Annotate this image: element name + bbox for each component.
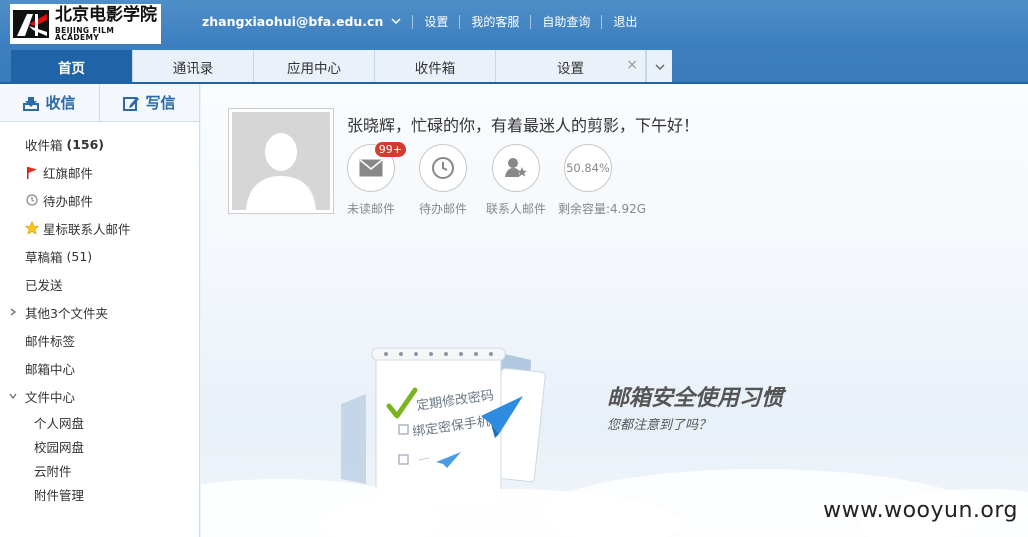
folder-starred-contacts[interactable]: 星标联系人邮件 [0, 214, 199, 242]
folder-label: 待办邮件 [43, 193, 94, 209]
logo-text-en: BEIJING FILM ACADEMY [55, 25, 115, 42]
tab-settings-label: 设置 [557, 60, 584, 77]
school-logo[interactable]: 北京电影学院 BEIJING FILM ACADEMY [10, 4, 161, 44]
folder-label: 收件箱 [25, 137, 63, 153]
stat-label: 未读邮件 [346, 202, 395, 216]
watermark-text: www.wooyun.org [823, 498, 1018, 523]
default-avatar-icon [232, 112, 330, 210]
envelope-icon [359, 159, 383, 177]
stat-label: 待办邮件 [418, 202, 467, 216]
draft-count: (51) [66, 248, 93, 264]
edit-icon [123, 96, 140, 111]
self-service-query-link[interactable]: 自助查询 [542, 13, 590, 30]
divider [530, 14, 532, 29]
divider [459, 14, 461, 29]
greeting-text: 张晓辉，忙碌的你，有着最迷人的剪影，下午好！ [347, 116, 700, 135]
sidebar: 收信 写信 收件箱 (156) 红旗邮件 待办邮件 星标联系人邮件 草稿箱 (5… [0, 84, 200, 537]
tab-bar: 首页 通讯录 应用中心 收件箱 设置 × [11, 50, 672, 83]
folder-list: 收件箱 (156) 红旗邮件 待办邮件 星标联系人邮件 草稿箱 (51) 已发送 [0, 122, 199, 506]
tab-contacts[interactable]: 通讯录 [133, 50, 254, 83]
tab-home[interactable]: 首页 [11, 50, 133, 83]
stat-remaining-capacity[interactable]: 50.84% 剩余容量:4.92G [558, 144, 647, 217]
chevron-down-icon[interactable] [9, 392, 17, 400]
file-center-attachment-manager[interactable]: 附件管理 [0, 482, 199, 506]
stat-label: 剩余容量:4.92G [558, 202, 647, 216]
stat-unread-mail[interactable]: 99+ 未读邮件 [341, 142, 406, 217]
divider [412, 14, 414, 29]
clock-icon [432, 157, 454, 179]
folder-red-flag[interactable]: 红旗邮件 [0, 158, 199, 186]
chevron-right-icon[interactable] [9, 308, 17, 316]
folder-sent[interactable]: 已发送 [0, 270, 199, 298]
receive-mail-label: 收信 [45, 94, 76, 112]
folder-inbox[interactable]: 收件箱 (156) [0, 130, 199, 158]
folder-file-center[interactable]: 文件中心 [0, 382, 199, 410]
file-center-personal-disk[interactable]: 个人网盘 [0, 410, 199, 434]
folder-mailbox-center[interactable]: 邮箱中心 [0, 354, 199, 382]
folder-label: 文件中心 [25, 389, 76, 405]
folder-label: 已发送 [25, 277, 63, 293]
chevron-down-icon [655, 64, 664, 70]
divider [601, 14, 603, 29]
folder-drafts[interactable]: 草稿箱 (51) [0, 242, 199, 270]
promo-title[interactable]: 邮箱安全使用习惯 [607, 380, 783, 412]
tab-more-button[interactable] [646, 50, 672, 83]
mail-action-bar: 收信 写信 [0, 84, 199, 122]
logo-mark-icon [13, 8, 51, 40]
stat-circle [419, 144, 467, 192]
clock-icon [25, 193, 39, 207]
stat-label: 联系人邮件 [486, 202, 547, 216]
folder-label: 红旗邮件 [43, 165, 94, 181]
stat-contact-mail[interactable]: 联系人邮件 [486, 144, 546, 217]
unread-count: (156) [66, 136, 105, 152]
stat-circle [492, 144, 540, 192]
compose-mail-button[interactable]: 写信 [99, 84, 199, 121]
home-panel: 张晓辉，忙碌的你，有着最迷人的剪影，下午好！ 99+ 未读邮件 待办邮件 联系人… [201, 84, 1028, 537]
stat-circle: 50.84% [564, 144, 612, 192]
folder-mail-tags[interactable]: 邮件标签 [0, 326, 199, 354]
header-bar: 北京电影学院 BEIJING FILM ACADEMY zhangxiaohui… [0, 0, 1028, 83]
folder-other-folders[interactable]: 其他3个文件夹 [0, 298, 199, 326]
stat-todo-mail[interactable]: 待办邮件 [413, 144, 473, 217]
chevron-down-icon[interactable] [391, 15, 401, 25]
tab-app-center[interactable]: 应用中心 [254, 50, 375, 83]
contact-star-icon [505, 158, 527, 177]
folder-label: 邮件标签 [25, 333, 76, 349]
settings-link[interactable]: 设置 [424, 13, 448, 30]
folder-label: 星标联系人邮件 [43, 221, 131, 237]
capacity-percent: 50.84% [566, 161, 610, 175]
tab-settings[interactable]: 设置 × [496, 50, 646, 83]
file-center-cloud-attachments[interactable]: 云附件 [0, 458, 199, 482]
red-flag-icon [25, 165, 39, 179]
compose-mail-label: 写信 [145, 94, 176, 112]
folder-todo[interactable]: 待办邮件 [0, 186, 199, 214]
star-icon [25, 221, 39, 235]
user-account-menu[interactable]: zhangxiaohui@bfa.edu.cn [202, 14, 383, 29]
stat-circle: 99+ [347, 142, 406, 192]
folder-label: 其他3个文件夹 [25, 305, 108, 321]
logout-link[interactable]: 退出 [613, 13, 637, 30]
avatar[interactable] [228, 108, 334, 214]
receive-mail-button[interactable]: 收信 [0, 84, 99, 121]
file-center-campus-disk[interactable]: 校园网盘 [0, 434, 199, 458]
folder-label: 草稿箱 [25, 249, 63, 265]
logo-text-cn: 北京电影学院 [55, 4, 157, 25]
unread-badge: 99+ [374, 142, 406, 157]
top-nav: zhangxiaohui@bfa.edu.cn 设置 我的客服 自助查询 退出 [202, 13, 637, 30]
download-icon [23, 96, 40, 111]
tab-inbox[interactable]: 收件箱 [375, 50, 496, 83]
close-icon[interactable]: × [626, 57, 638, 73]
customer-service-link[interactable]: 我的客服 [471, 13, 519, 30]
folder-label: 邮箱中心 [25, 361, 76, 377]
